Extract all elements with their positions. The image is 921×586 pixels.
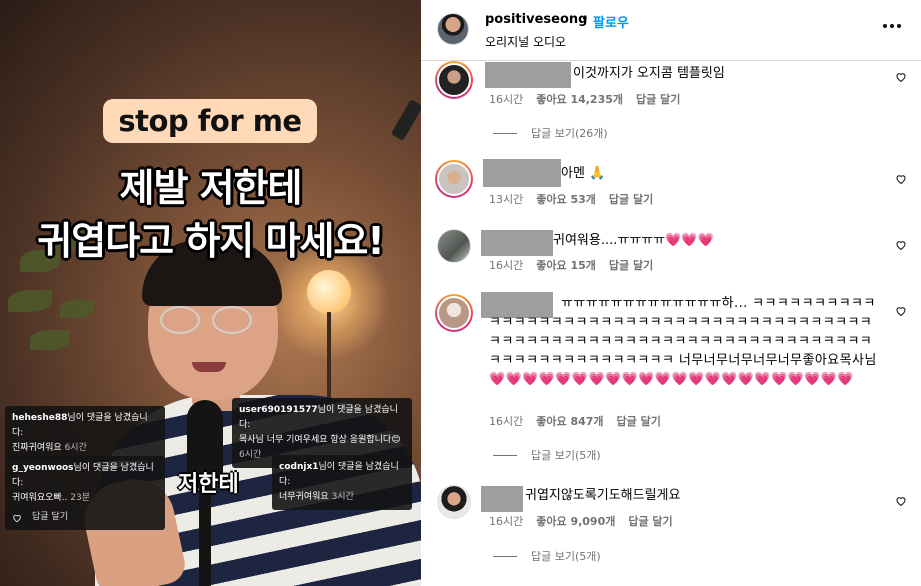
comment-meta: 16시간 좋아요 14,235개 답글 달기 xyxy=(489,91,680,107)
comment-text: 아멘 🙏 xyxy=(561,166,606,181)
person-glasses xyxy=(158,306,254,334)
notification-time: 23분 xyxy=(70,493,91,503)
author-username[interactable]: positiveseong xyxy=(485,12,587,27)
view-replies-label[interactable]: 답글 보기(5개) xyxy=(531,447,601,463)
caption-tag-text: stop for me xyxy=(118,104,302,138)
view-replies-label[interactable]: 답글 보기(26개) xyxy=(531,125,608,141)
notification-time: 6시간 xyxy=(64,443,87,453)
comment-avatar[interactable] xyxy=(435,61,473,99)
redacted-username xyxy=(481,230,553,256)
notification-user: g_yeonwoos xyxy=(12,463,74,473)
view-replies-button[interactable]: 답글 보기(5개) xyxy=(493,548,601,564)
microphone-stand xyxy=(199,488,211,586)
person-mouth xyxy=(192,362,226,372)
more-horizontal-icon[interactable] xyxy=(883,20,903,32)
header-divider xyxy=(421,60,921,61)
comment-reply-button[interactable]: 답글 달기 xyxy=(617,413,661,429)
comment-time: 13시간 xyxy=(489,193,524,206)
lamp-stand xyxy=(327,312,331,402)
comment-text: 귀여워용....ㅠㅠㅠㅠ💗💗💗 xyxy=(553,231,714,250)
comments-panel: positiveseong • 팔로우 오리지널 오디오 이것까지가 오지콤 템… xyxy=(421,0,921,586)
notification-user: codnjx1 xyxy=(279,462,319,472)
plant-leaf xyxy=(8,290,52,312)
notification-time: 3시간 xyxy=(331,492,354,502)
view-replies-button[interactable]: 답글 보기(26개) xyxy=(493,125,608,141)
notification-text: 목사님 너무 기여우세요 항상 응원합니다😊 xyxy=(239,435,401,445)
comment-time: 16시간 xyxy=(489,515,524,528)
comment-likes[interactable]: 좋아요 15개 xyxy=(536,257,596,273)
video-player[interactable]: stop for me 제발 저한테 귀엽다고 하지 마세요! 저한테 hehe… xyxy=(0,0,421,586)
caption-tag: stop for me xyxy=(103,99,317,143)
comment-meta: 16시간 좋아요 9,090개 답글 달기 xyxy=(489,513,673,529)
heart-outline-icon[interactable] xyxy=(895,305,907,317)
notification-text: 귀여워요오빠.. xyxy=(12,493,68,503)
comment-time: 16시간 xyxy=(489,259,524,272)
notification-text: 너무귀여워요 xyxy=(279,492,329,502)
header-separator: • xyxy=(581,12,589,27)
view-replies-label[interactable]: 답글 보기(5개) xyxy=(531,548,601,564)
comment-meta: 16시간 좋아요 15개 답글 달기 xyxy=(489,257,653,273)
redacted-username xyxy=(481,486,523,512)
comment-text: ㅠㅠㅠㅠㅠㅠㅠㅠㅠㅠㅠㅠㅠ하... ㅋㅋㅋㅋㅋㅋㅋㅋㅋㅋㅋㅋㅋㅋㅋㅋㅋㅋㅋㅋㅋㅋ… xyxy=(489,296,877,387)
comment-time: 16시간 xyxy=(489,93,524,106)
comment-text: 귀엽지않도록기도해드릴게요 xyxy=(525,488,681,503)
comment-reply-button[interactable]: 답글 달기 xyxy=(609,257,653,273)
plant-leaf xyxy=(60,300,94,318)
heart-outline-icon[interactable] xyxy=(895,173,907,185)
notification-reply-button[interactable]: 답글 달기 xyxy=(32,510,68,525)
comment-notification: g_yeonwoos님이 댓글을 남겼습니다: 귀여워요오빠.. 23분 답글 … xyxy=(5,456,165,530)
plant-leaf xyxy=(30,330,70,350)
comment-meta: 13시간 좋아요 53개 답글 달기 xyxy=(489,191,653,207)
comment-likes[interactable]: 좋아요 9,090개 xyxy=(536,513,615,529)
ceiling-spotlight xyxy=(390,99,421,141)
comment-time: 16시간 xyxy=(489,415,524,428)
heart-outline-icon[interactable] xyxy=(12,513,22,523)
comment-avatar[interactable] xyxy=(435,294,473,332)
comment-reply-button[interactable]: 답글 달기 xyxy=(636,91,680,107)
heart-outline-icon[interactable] xyxy=(895,239,907,251)
audio-label[interactable]: 오리지널 오디오 xyxy=(485,33,566,50)
video-subtitle: 저한테 xyxy=(178,472,239,497)
redacted-username xyxy=(483,159,561,187)
comment-avatar[interactable] xyxy=(435,160,473,198)
comment-reply-button[interactable]: 답글 달기 xyxy=(609,191,653,207)
notification-user: heheshe88 xyxy=(12,413,68,423)
comment-avatar[interactable] xyxy=(437,485,471,519)
comment-notification: heheshe88님이 댓글을 남겼습니다: 진짜귀여워요 6시간 xyxy=(5,406,165,461)
heart-outline-icon[interactable] xyxy=(895,71,907,83)
comment-notification: codnjx1님이 댓글을 남겼습니다: 너무귀여워요 3시간 xyxy=(272,455,412,510)
view-replies-button[interactable]: 답글 보기(5개) xyxy=(493,447,601,463)
comment-meta: 16시간 좋아요 847개 답글 달기 xyxy=(489,413,661,429)
comment-likes[interactable]: 좋아요 53개 xyxy=(536,191,596,207)
comment-likes[interactable]: 좋아요 14,235개 xyxy=(536,91,623,107)
notification-text: 진짜귀여워요 xyxy=(12,443,62,453)
comment-avatar[interactable] xyxy=(437,229,471,263)
video-title-line2: 귀엽다고 하지 마세요! xyxy=(37,219,384,263)
comment-reply-button[interactable]: 답글 달기 xyxy=(628,513,672,529)
notification-user: user690191577 xyxy=(239,405,318,415)
background-lamp xyxy=(307,270,351,314)
comment-likes[interactable]: 좋아요 847개 xyxy=(536,413,603,429)
heart-outline-icon[interactable] xyxy=(895,495,907,507)
redacted-username xyxy=(485,62,571,88)
follow-button[interactable]: 팔로우 xyxy=(593,12,629,31)
author-avatar[interactable] xyxy=(437,13,469,45)
comment-text: 이것까지가 오지콤 템플릿임 xyxy=(573,66,725,81)
video-title-line1: 제발 저한테 xyxy=(119,166,302,210)
comment-text-content: 귀여워용....ㅠㅠㅠㅠ💗💗💗 xyxy=(553,233,714,248)
